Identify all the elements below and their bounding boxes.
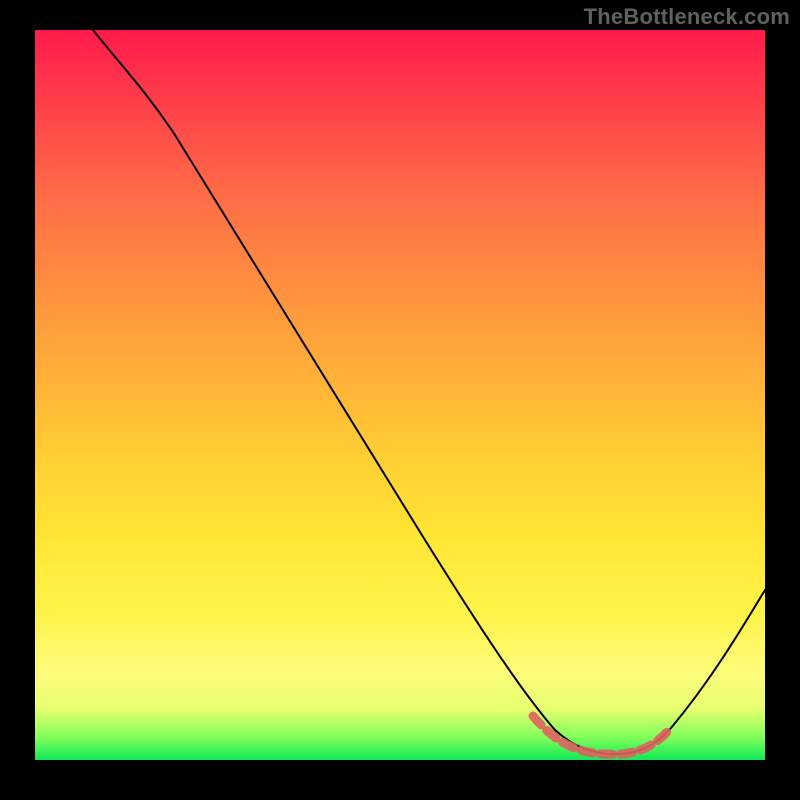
chart-svg — [35, 30, 765, 760]
bottleneck-curve — [93, 30, 765, 754]
plot-area — [35, 30, 765, 760]
watermark-text: TheBottleneck.com — [584, 4, 790, 30]
chart-frame: TheBottleneck.com — [0, 0, 800, 800]
optimal-range-marker — [533, 716, 667, 754]
